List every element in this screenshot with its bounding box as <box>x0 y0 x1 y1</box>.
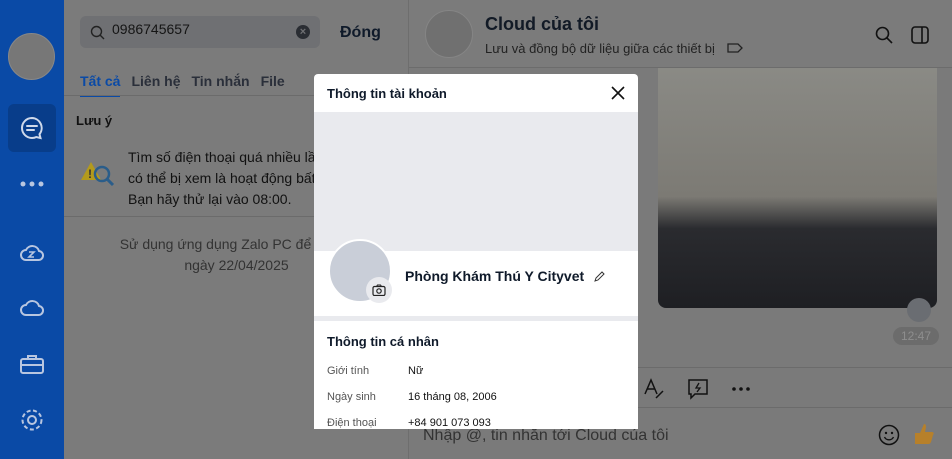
info-value: +84 901 073 093 <box>408 417 491 429</box>
format-text-icon[interactable] <box>643 378 665 400</box>
notice-text: Tìm số điện thoại quá nhiều lần có thể b… <box>128 147 323 210</box>
tab-messages[interactable]: Tin nhắn <box>191 73 249 97</box>
chat-icon <box>21 116 43 140</box>
info-value: 16 tháng 08, 2006 <box>408 391 497 403</box>
chat-title: Cloud của tôi <box>485 14 599 34</box>
camera-icon <box>372 284 386 296</box>
zcloud-icon <box>20 245 45 261</box>
close-icon[interactable] <box>611 86 625 100</box>
search-query: 0986745657 <box>112 21 190 37</box>
more-icon <box>20 181 44 187</box>
info-row-phone: Điện thoại +84 901 073 093 <box>327 417 491 429</box>
notice-line: Tìm số điện thoại quá nhiều lần <box>128 149 324 165</box>
gear-icon <box>21 409 43 431</box>
clear-search-icon[interactable]: × <box>296 25 310 39</box>
zcloud-nav[interactable] <box>8 228 56 276</box>
notice-line: Bạn hãy thử lại vào 08:00. <box>128 191 292 207</box>
info-value: Nữ <box>408 365 424 377</box>
chat-header: Cloud của tôi Lưu và đồng bộ dữ liệu giữ… <box>409 0 952 68</box>
info-row-birthday: Ngày sinh 16 tháng 08, 2006 <box>327 391 497 403</box>
tab-all[interactable]: Tất cả <box>80 73 121 97</box>
account-info-dialog: Thông tin tài khoản Phòng Khám Thú Y Cit… <box>314 74 638 429</box>
more-nav[interactable] <box>8 160 56 208</box>
user-avatar[interactable] <box>8 33 55 80</box>
dialog-header: Thông tin tài khoản <box>314 74 638 112</box>
info-label: Giới tính <box>327 365 370 377</box>
search-input[interactable]: 0986745657 × <box>80 16 320 48</box>
profile-name: Phòng Khám Thú Y Cityvet <box>405 268 605 284</box>
quick-message-icon[interactable] <box>687 378 709 400</box>
messages-nav[interactable] <box>8 104 56 152</box>
message-input[interactable]: Nhập @, tin nhắn tới Cloud của tôi <box>423 427 669 445</box>
search-icon <box>90 25 105 40</box>
subtitle-text: Lưu và đồng bộ dữ liệu giữa các thiết bị <box>485 41 715 56</box>
search-tabs: Tất cả Liên hệ Tin nhắn File <box>80 73 285 97</box>
cloud-nav[interactable] <box>8 283 56 331</box>
svg-text:!: ! <box>88 167 92 181</box>
sidebar <box>0 0 64 459</box>
personal-info-heading: Thông tin cá nhân <box>327 334 439 349</box>
tab-files[interactable]: File <box>261 73 285 97</box>
change-avatar-button[interactable] <box>366 277 392 303</box>
tools-nav[interactable] <box>8 340 56 388</box>
briefcase-icon <box>20 355 44 374</box>
info-label: Ngày sinh <box>327 391 376 403</box>
warning-search-icon: ! <box>81 162 115 187</box>
close-search-button[interactable]: Đóng <box>340 24 381 42</box>
cloud-icon <box>20 300 45 316</box>
chat-avatar[interactable] <box>425 10 473 58</box>
tag-icon[interactable] <box>726 43 743 53</box>
cover-photo[interactable] <box>314 112 638 251</box>
message-time: 12:47 <box>893 327 940 345</box>
info-row-gender: Giới tính Nữ <box>327 365 423 377</box>
thumbs-up-icon[interactable] <box>913 422 935 446</box>
dialog-title: Thông tin tài khoản <box>327 85 447 101</box>
notice-line: có thể bị xem là hoạt động bất <box>128 170 316 186</box>
divider <box>314 316 638 321</box>
more-icon[interactable] <box>731 386 751 392</box>
info-label: Điện thoại <box>327 417 377 429</box>
tab-contacts[interactable]: Liên hệ <box>131 73 180 97</box>
edit-icon[interactable] <box>594 270 605 282</box>
image-message[interactable] <box>658 60 937 308</box>
notice-title: Lưu ý <box>76 113 113 128</box>
search-icon[interactable] <box>875 26 893 44</box>
emoji-icon[interactable] <box>878 424 900 446</box>
reaction-button[interactable] <box>907 298 931 322</box>
sidebar-toggle-icon[interactable] <box>911 26 929 44</box>
settings-nav[interactable] <box>8 396 56 444</box>
profile-name-text: Phòng Khám Thú Y Cityvet <box>405 268 585 284</box>
chat-subtitle: Lưu và đồng bộ dữ liệu giữa các thiết bị <box>485 41 743 56</box>
